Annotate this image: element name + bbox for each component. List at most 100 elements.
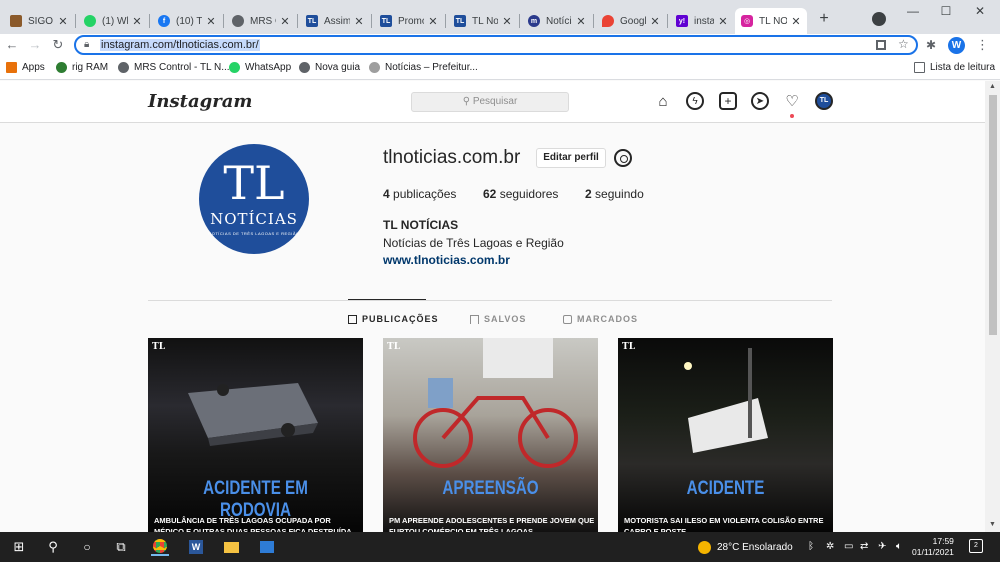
stat-followers[interactable]: 62 seguidores [483, 187, 558, 201]
close-icon[interactable]: ✕ [718, 15, 728, 28]
chrome-icon[interactable] [151, 538, 169, 556]
window-close-icon[interactable]: ✕ [970, 4, 990, 18]
stat-following[interactable]: 2 seguindo [585, 187, 644, 201]
tab-google-maps[interactable]: Googl ✕ [596, 8, 666, 34]
bookmark-star-icon[interactable]: ☆ [898, 37, 909, 51]
close-icon[interactable]: ✕ [576, 15, 586, 28]
search-icon[interactable]: ⚲ [44, 538, 62, 556]
windows-start-icon[interactable]: ⊞ [10, 538, 28, 556]
tab-label: SALVOS [484, 314, 527, 324]
profile-picture[interactable]: TL NOTÍCIAS NOTÍCIAS DE TRÊS LAGOAS E RE… [199, 144, 309, 254]
profile-avatar-icon[interactable]: TL [815, 92, 833, 110]
reading-list[interactable]: Lista de leitura [914, 62, 995, 73]
weather-widget[interactable]: 28°C Ensolarado [698, 541, 793, 554]
site-info-icon[interactable]: 🔒︎ [84, 39, 89, 50]
close-icon[interactable]: ✕ [791, 15, 801, 28]
page-scrollbar[interactable]: ▲ ▼ [985, 81, 1000, 532]
tab-separator [223, 14, 224, 28]
tab-marcados[interactable]: MARCADOS [563, 314, 638, 324]
stat-label: seguindo [595, 187, 644, 201]
close-icon[interactable]: ✕ [58, 15, 68, 28]
settings-gear-icon[interactable] [614, 149, 632, 167]
close-icon[interactable]: ✕ [132, 15, 142, 28]
qr-code-icon[interactable] [876, 40, 886, 50]
notification-count: 2 [974, 542, 978, 549]
home-icon[interactable]: ⌂ [654, 92, 672, 110]
explore-icon[interactable]: ➤ [751, 92, 769, 110]
post-thumbnail[interactable]: TL ACIDENTE MOTORISTA SAI ILESO EM VIOLE… [618, 338, 833, 532]
tab-tl-noticias[interactable]: TL TL Not ✕ [448, 8, 518, 34]
bookmark-noticias-prefeitura[interactable]: Notícias – Prefeitur... [369, 62, 478, 73]
tab-title: Notícia [546, 15, 572, 27]
new-tab-button[interactable]: + [816, 10, 832, 28]
scroll-up-icon[interactable]: ▲ [989, 83, 996, 90]
close-icon[interactable]: ✕ [354, 15, 364, 28]
tab-separator [593, 14, 594, 28]
bookmark-nova-guia[interactable]: Nova guia [299, 62, 360, 73]
volume-icon[interactable]: 🔈︎ [896, 541, 902, 552]
bookmark-mrs-control[interactable]: MRS Control - TL N... [118, 62, 230, 73]
extensions-icon[interactable]: ✱ [926, 38, 936, 52]
word-icon[interactable]: W [187, 538, 205, 556]
file-explorer-icon[interactable] [222, 538, 240, 556]
tray-icon[interactable]: ✲ [826, 541, 834, 552]
tab-yahoo[interactable]: y! instag ✕ [670, 8, 734, 34]
back-icon[interactable]: ← [4, 37, 20, 52]
messenger-icon[interactable]: ϟ [686, 92, 704, 110]
heart-icon[interactable]: ♡ [783, 92, 801, 110]
forward-icon[interactable]: → [27, 37, 43, 52]
cortana-icon[interactable]: ○ [78, 538, 96, 556]
scroll-down-icon[interactable]: ▼ [989, 521, 996, 528]
close-icon[interactable]: ✕ [502, 15, 512, 28]
profile-avatar[interactable]: W [948, 37, 965, 54]
address-bar[interactable]: 🔒︎ instagram.com/tlnoticias.com.br/ ☆ [74, 35, 918, 55]
post-thumbnail[interactable]: TL APREENSÃO PM APREENDE ADOLESCENTES E … [383, 338, 598, 532]
stat-posts[interactable]: 4 publicações [383, 187, 456, 201]
post-thumbnail[interactable]: TL ACIDENTE EM RODOVIA AMBULÂNCIA DE TRÊ… [148, 338, 363, 532]
tab-sigo[interactable]: SIGO ✕ [4, 8, 74, 34]
sigo-icon [10, 15, 22, 27]
bookmark-apps[interactable]: Apps [6, 62, 45, 73]
new-post-icon[interactable]: + [719, 92, 737, 110]
battery-icon[interactable]: ▭ [844, 541, 853, 552]
bookmark-whatsapp[interactable]: WhatsApp [229, 62, 291, 73]
tab-search-icon[interactable] [872, 12, 886, 26]
tab-whatsapp[interactable]: (1) Wh ✕ [78, 8, 148, 34]
stat-label: seguidores [499, 187, 559, 201]
close-icon[interactable]: ✕ [428, 15, 438, 28]
bookmark-icon [470, 314, 479, 324]
system-clock[interactable]: 17:59 01/11/2021 [912, 536, 954, 558]
tab-promo[interactable]: TL Promo ✕ [374, 8, 444, 34]
tab-noticia[interactable]: m Notícia ✕ [522, 8, 592, 34]
search-input[interactable]: ⚲ Pesquisar [411, 92, 569, 112]
close-icon[interactable]: ✕ [650, 15, 660, 28]
notification-center-icon[interactable]: 2 [969, 539, 983, 553]
instagram-logo[interactable]: Instagram [148, 91, 252, 112]
airplane-icon[interactable]: ✈ [878, 541, 886, 552]
whatsapp-icon [229, 62, 240, 73]
task-view-icon[interactable]: ⧉ [112, 538, 130, 556]
minimize-icon[interactable]: — [903, 4, 923, 18]
bookmark-label: Nova guia [315, 62, 361, 73]
tab-mrs[interactable]: MRS C ✕ [226, 8, 296, 34]
reload-icon[interactable]: ↻ [50, 37, 66, 53]
tab-assim[interactable]: TL Assim ✕ [300, 8, 370, 34]
tab-title: SIGO [28, 15, 54, 27]
tab-instagram-active[interactable]: ◎ TL NO ✕ [735, 8, 807, 34]
tab-facebook[interactable]: f (10) TL ✕ [152, 8, 222, 34]
photos-icon[interactable] [258, 538, 276, 556]
scrollbar-thumb[interactable] [989, 95, 997, 335]
profile-website-link[interactable]: www.tlnoticias.com.br [383, 253, 510, 267]
close-icon[interactable]: ✕ [206, 15, 216, 28]
url-text[interactable]: instagram.com/tlnoticias.com.br/ [100, 39, 260, 51]
network-icon[interactable]: ⇄ [860, 541, 868, 552]
bookmark-rig-ram[interactable]: rig RAM [56, 62, 108, 73]
close-icon[interactable]: ✕ [280, 15, 290, 28]
stat-count: 4 [383, 187, 390, 201]
bluetooth-icon[interactable]: ᛒ [808, 541, 814, 552]
maximize-icon[interactable]: ☐ [936, 4, 956, 18]
tab-publicacoes[interactable]: PUBLICAÇÕES [348, 314, 439, 324]
tab-salvos[interactable]: SALVOS [470, 314, 526, 324]
edit-profile-button[interactable]: Editar perfil [536, 148, 606, 168]
kebab-menu-icon[interactable]: ⋮ [976, 37, 989, 53]
